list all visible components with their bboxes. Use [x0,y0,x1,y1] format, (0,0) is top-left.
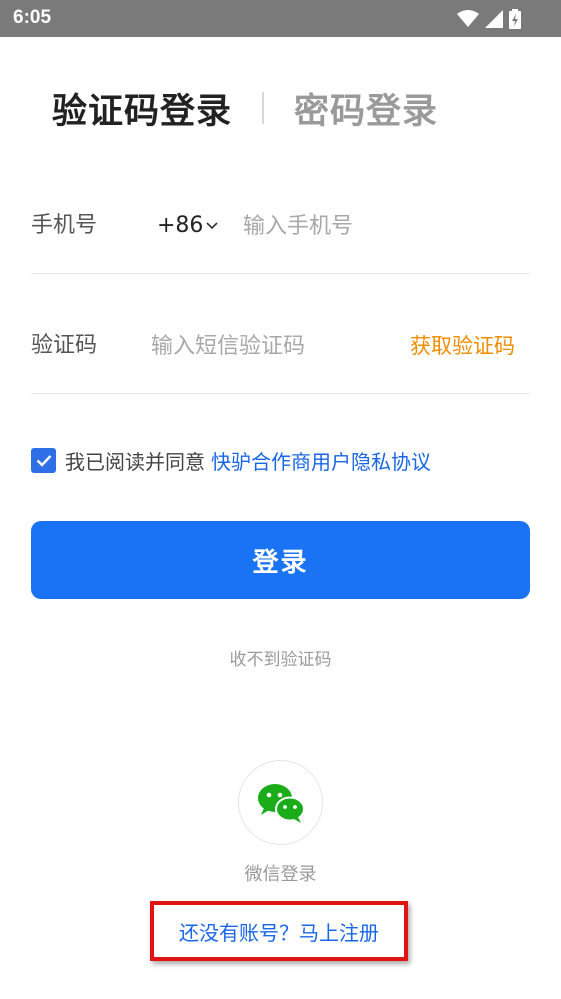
wechat-icon [257,783,305,823]
phone-input[interactable] [243,209,523,243]
no-code-link[interactable]: 收不到验证码 [0,645,561,670]
wechat-login-label: 微信登录 [244,864,317,885]
tab-divider [262,92,265,124]
chevron-down-icon [206,222,219,230]
phone-row: 手机号 +86 [31,154,530,274]
register-highlight-box: 还没有账号？马上注册 [150,901,408,961]
phone-label: 手机号 [31,213,98,238]
code-label: 验证码 [31,333,98,358]
status-time: 6:05 [13,7,52,28]
status-icons [457,8,521,30]
checkmark-icon [36,454,51,467]
battery-charging-icon [509,9,521,29]
agreement-row: 我已阅读并同意 快驴合作商用户隐私协议 [31,446,431,475]
country-code-selector[interactable]: +86 [157,212,219,240]
get-code-button[interactable]: 获取验证码 [410,332,515,360]
tab-sms-login[interactable]: 验证码登录 [52,83,232,134]
privacy-policy-link[interactable]: 快驴合作商用户隐私协议 [211,446,431,475]
register-link[interactable]: 还没有账号？马上注册 [179,917,379,946]
login-tabs: 验证码登录 密码登录 [52,84,438,132]
agreement-checkbox[interactable] [31,447,56,473]
agreement-text: 我已阅读并同意 [65,449,205,474]
status-bar: 6:05 [0,0,561,37]
tab-password-login[interactable]: 密码登录 [294,83,438,134]
signal-icon [485,10,503,28]
login-button[interactable]: 登录 [31,521,530,599]
code-row: 验证码 获取验证码 [31,274,530,394]
wifi-icon [457,10,479,27]
sms-code-input[interactable] [151,329,391,363]
country-code-value: +86 [157,213,204,238]
wechat-login-button[interactable] [238,760,323,845]
